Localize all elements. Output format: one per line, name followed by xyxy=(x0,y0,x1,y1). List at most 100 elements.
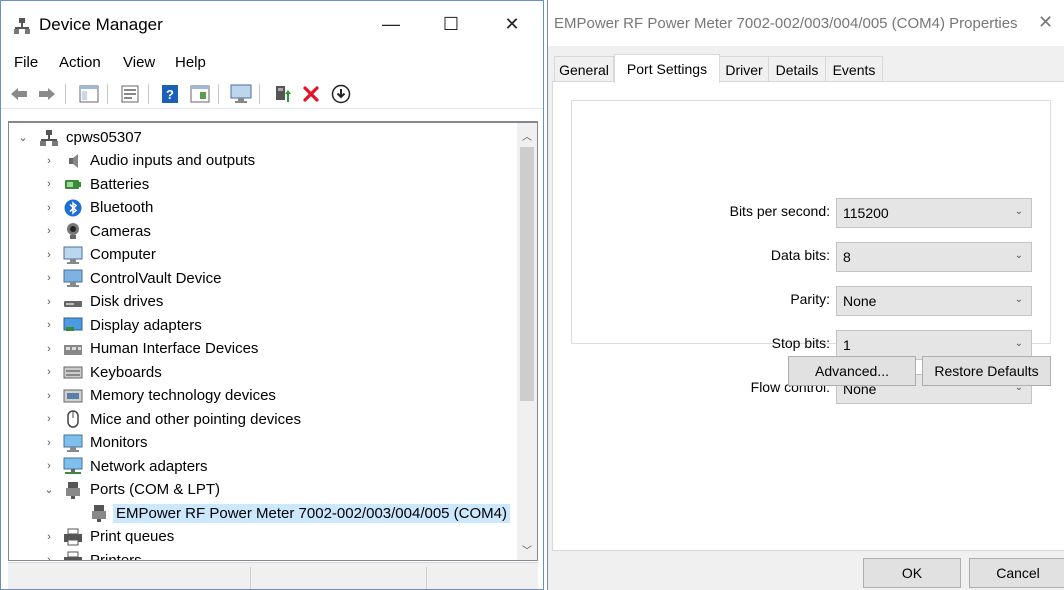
tree-item[interactable]: › Monitors xyxy=(9,431,514,454)
tree-item[interactable]: › Print queues xyxy=(9,525,514,548)
tree-item[interactable]: › Display adapters xyxy=(9,314,514,337)
close-icon[interactable]: ✕ xyxy=(1038,12,1053,33)
ok-button[interactable]: OK xyxy=(863,558,961,588)
tree-item[interactable]: › Network adapters xyxy=(9,455,514,478)
update-driver-button[interactable] xyxy=(271,82,295,106)
port-settings-page: Bits per second: 115200 ⌄ Data bits: 8 ⌄ P… xyxy=(552,81,1064,551)
tree-root-label: cpws05307 xyxy=(66,129,142,146)
tree-item[interactable]: EMPower RF Power Meter 7002-002/003/004/… xyxy=(9,502,514,525)
port-icon xyxy=(66,481,80,499)
chevron-right-icon[interactable]: › xyxy=(43,296,55,308)
data-bits-value: 8 xyxy=(843,249,851,265)
tab-label: Driver xyxy=(725,61,763,78)
chevron-right-icon[interactable]: › xyxy=(43,272,55,284)
menu-view[interactable]: View xyxy=(123,54,155,71)
chevron-right-icon[interactable]: › xyxy=(43,366,55,378)
vertical-scrollbar[interactable]: ︿ ﹀ xyxy=(517,123,537,560)
close-button[interactable]: ✕ xyxy=(490,9,534,39)
minimize-button[interactable]: — xyxy=(369,9,413,39)
chevron-right-icon[interactable]: › xyxy=(43,202,55,214)
dm-title-bar[interactable]: Device Manager — ☐ ✕ xyxy=(1,1,543,47)
show-hide-tree-button[interactable] xyxy=(77,82,101,106)
tree-item-label: Bluetooth xyxy=(90,199,154,216)
advanced-button[interactable]: Advanced... xyxy=(788,356,916,386)
menu-action[interactable]: Action xyxy=(59,54,101,71)
dm-title: Device Manager xyxy=(39,15,163,34)
tab-port-settings[interactable]: Port Settings xyxy=(614,54,720,83)
tree-item[interactable]: › Disk drives xyxy=(9,290,514,313)
tree-item[interactable]: ⌄ Ports (COM & LPT) xyxy=(9,478,514,501)
help-button[interactable]: ? xyxy=(158,82,182,106)
cancel-button[interactable]: Cancel xyxy=(969,558,1064,588)
chevron-right-icon[interactable]: › xyxy=(43,413,55,425)
download-icon xyxy=(331,84,351,104)
tree-item-label: Keyboards xyxy=(90,363,162,381)
chevron-down-icon[interactable]: ⌄ xyxy=(43,484,55,496)
tab-driver[interactable]: Driver xyxy=(719,56,769,82)
device-manager-window: Device Manager — ☐ ✕ File Action View He… xyxy=(0,0,544,590)
menu-help[interactable]: Help xyxy=(175,54,206,71)
properties-button[interactable] xyxy=(118,82,142,106)
tree-item[interactable]: › Audio inputs and outputs xyxy=(9,149,514,172)
chevron-right-icon[interactable]: › xyxy=(43,155,55,167)
chevron-right-icon[interactable]: › xyxy=(43,437,55,449)
forward-button[interactable] xyxy=(35,82,59,106)
tree-item[interactable]: › Computer xyxy=(9,243,514,266)
scrollbar-thumb[interactable] xyxy=(520,147,534,401)
chevron-right-icon[interactable]: › xyxy=(43,249,55,261)
tree-item[interactable]: › Cameras xyxy=(9,220,514,243)
tree-item[interactable]: › Bluetooth xyxy=(9,196,514,219)
bits-per-second-value: 115200 xyxy=(843,205,889,221)
device-tree[interactable]: ⌄ cpws05307 › Audio inputs and outputs › Ba… xyxy=(8,121,538,561)
chevron-right-icon[interactable]: › xyxy=(43,531,55,543)
tree-item[interactable]: › ControlVault Device xyxy=(9,267,514,290)
uninstall-button[interactable] xyxy=(299,82,323,106)
tree-item-label: Print queues xyxy=(90,528,175,545)
chevron-right-icon[interactable]: › xyxy=(43,554,55,560)
parity-select[interactable]: None ⌄ xyxy=(836,286,1032,316)
close-icon: ✕ xyxy=(504,13,520,34)
maximize-button[interactable]: ☐ xyxy=(429,9,473,39)
tab-events[interactable]: Events xyxy=(825,56,883,82)
menu-file[interactable]: File xyxy=(14,54,38,71)
chevron-right-icon[interactable]: › xyxy=(43,319,55,331)
scroll-down-icon[interactable]: ﹀ xyxy=(517,539,537,559)
scroll-up-icon[interactable]: ︿ xyxy=(517,125,537,145)
chevron-right-icon[interactable]: › xyxy=(43,460,55,472)
view-icon xyxy=(190,85,210,103)
tree-item-label: Memory technology devices xyxy=(90,387,276,404)
chevron-right-icon[interactable]: › xyxy=(43,178,55,190)
chevron-right-icon[interactable]: › xyxy=(43,225,55,237)
chevron-right-icon[interactable]: › xyxy=(43,343,55,355)
tree-item[interactable]: › Batteries xyxy=(9,173,514,196)
data-bits-select[interactable]: 8 ⌄ xyxy=(836,242,1032,272)
update-driver-icon xyxy=(276,86,291,102)
device-manager-app-icon xyxy=(14,18,30,34)
tree-item[interactable]: › Memory technology devices xyxy=(9,384,514,407)
chevron-down-icon[interactable]: ⌄ xyxy=(17,132,29,144)
properties-title: EMPower RF Power Meter 7002-002/003/004/… xyxy=(554,15,1018,32)
tab-general[interactable]: General xyxy=(554,56,614,82)
tree-item[interactable]: › Human Interface Devices xyxy=(9,337,514,360)
ok-button-label: OK xyxy=(901,565,923,581)
chevron-right-icon[interactable]: › xyxy=(43,390,55,402)
tree-item[interactable]: › Keyboards xyxy=(9,361,514,384)
bits-per-second-select[interactable]: 115200 ⌄ xyxy=(836,198,1032,228)
dialog-footer: OK Cancel xyxy=(548,551,1064,590)
tree-item[interactable]: › Printers xyxy=(9,549,514,560)
view-button[interactable] xyxy=(188,82,212,106)
tree-root-row[interactable]: ⌄ cpws05307 xyxy=(9,126,514,149)
back-arrow-icon xyxy=(11,88,27,100)
back-button[interactable] xyxy=(7,82,31,106)
scan-hardware-button[interactable] xyxy=(229,82,253,106)
hid-icon xyxy=(64,344,82,355)
restore-defaults-button[interactable]: Restore Defaults xyxy=(922,356,1051,386)
download-button[interactable] xyxy=(329,82,353,106)
chevron-down-icon: ⌄ xyxy=(1014,338,1023,349)
chevron-down-icon: ⌄ xyxy=(1014,250,1023,261)
printer-icon xyxy=(64,528,82,545)
tree-item[interactable]: › Mice and other pointing devices xyxy=(9,408,514,431)
properties-title-bar[interactable]: EMPower RF Power Meter 7002-002/003/004/… xyxy=(548,0,1064,46)
menu-bar: File Action View Help xyxy=(1,51,543,75)
tab-details[interactable]: Details xyxy=(768,56,826,82)
